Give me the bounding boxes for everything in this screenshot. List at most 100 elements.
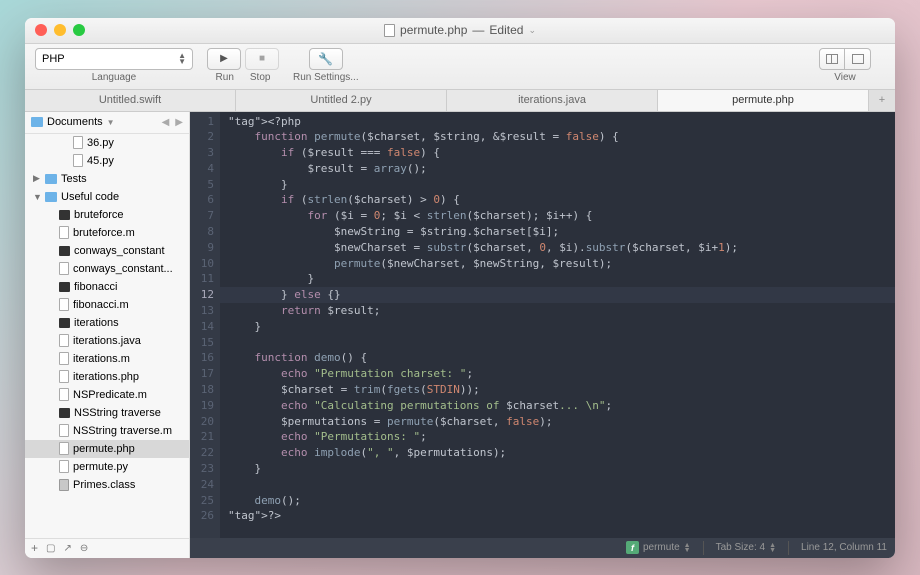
code-line[interactable]: "tag">?> xyxy=(228,509,281,522)
line-number[interactable]: 21 xyxy=(190,429,214,445)
code-line[interactable]: if (strlen($charset) > 0) { xyxy=(228,193,460,206)
line-number[interactable]: 23 xyxy=(190,461,214,477)
add-icon[interactable]: + xyxy=(31,541,38,555)
tree-item[interactable]: Primes.class xyxy=(25,476,189,494)
tab[interactable]: permute.php xyxy=(658,90,869,111)
tree-item[interactable]: conways_constant... xyxy=(25,260,189,278)
line-number[interactable]: 18 xyxy=(190,382,214,398)
tree-item[interactable]: conways_constant xyxy=(25,242,189,260)
tree-item[interactable]: 36.py xyxy=(25,134,189,152)
line-number[interactable]: 5 xyxy=(190,177,214,193)
line-number[interactable]: 8 xyxy=(190,224,214,240)
new-folder-icon[interactable]: ▢ xyxy=(46,543,55,554)
language-select[interactable]: PHP ▲▼ xyxy=(35,48,193,70)
close-icon[interactable] xyxy=(35,24,47,36)
code-line[interactable]: } xyxy=(228,320,261,333)
run-button[interactable]: ▶ xyxy=(207,48,241,70)
code-line[interactable]: echo "Permutations: "; xyxy=(228,430,427,443)
line-number[interactable]: 16 xyxy=(190,350,214,366)
tree-item[interactable]: iterations.m xyxy=(25,350,189,368)
line-number[interactable]: 12 xyxy=(190,287,214,303)
line-number[interactable]: 24 xyxy=(190,477,214,493)
tree-item[interactable]: NSPredicate.m xyxy=(25,386,189,404)
line-number[interactable]: 6 xyxy=(190,192,214,208)
disclosure-icon[interactable]: ▼ xyxy=(33,192,41,202)
tree-item[interactable]: bruteforce.m xyxy=(25,224,189,242)
tree-item[interactable]: fibonacci.m xyxy=(25,296,189,314)
code-line[interactable]: function demo() { xyxy=(228,351,367,364)
line-number[interactable]: 17 xyxy=(190,366,214,382)
line-number[interactable]: 9 xyxy=(190,240,214,256)
tree-item[interactable]: NSString traverse xyxy=(25,404,189,422)
line-number[interactable]: 2 xyxy=(190,129,214,145)
tab-size-indicator[interactable]: Tab Size: 4 ▲▼ xyxy=(716,542,776,553)
line-number[interactable]: 15 xyxy=(190,335,214,351)
chevron-down-icon[interactable]: ⌄ xyxy=(528,25,536,36)
add-tab-button[interactable]: + xyxy=(869,90,895,111)
line-number[interactable]: 7 xyxy=(190,208,214,224)
stop-button[interactable]: ■ xyxy=(245,48,279,70)
nav-forward-icon[interactable]: ▶ xyxy=(175,117,183,128)
chevron-down-icon[interactable]: ▼ xyxy=(107,118,115,127)
code-line[interactable]: echo "Calculating permutations of $chars… xyxy=(228,399,612,412)
tree-item[interactable]: iterations.java xyxy=(25,332,189,350)
code-line[interactable]: $newString = $string.$charset[$i]; xyxy=(228,225,559,238)
tree-item[interactable]: permute.py xyxy=(25,458,189,476)
line-number[interactable]: 25 xyxy=(190,493,214,509)
tab[interactable]: Untitled 2.py xyxy=(236,90,447,111)
refresh-icon[interactable]: ⊖ xyxy=(80,543,88,554)
tree-item[interactable]: iterations.php xyxy=(25,368,189,386)
view-toggle[interactable] xyxy=(819,48,871,70)
code-line[interactable]: $newCharset = substr($charset, 0, $i).su… xyxy=(228,241,738,254)
tree-item[interactable]: fibonacci xyxy=(25,278,189,296)
tree-item[interactable]: 45.py xyxy=(25,152,189,170)
cursor-position[interactable]: Line 12, Column 11 xyxy=(801,542,887,553)
line-number[interactable]: 10 xyxy=(190,256,214,272)
nav-back-icon[interactable]: ◀ xyxy=(162,117,170,128)
code-line[interactable]: echo "Permutation charset: "; xyxy=(228,367,473,380)
tab[interactable]: Untitled.swift xyxy=(25,90,236,111)
tree-item[interactable]: bruteforce xyxy=(25,206,189,224)
line-number[interactable]: 13 xyxy=(190,303,214,319)
line-number[interactable]: 1 xyxy=(190,114,214,130)
tab[interactable]: iterations.java xyxy=(447,90,658,111)
tree-item[interactable]: ▶Tests xyxy=(25,170,189,188)
code-line[interactable]: } xyxy=(228,178,288,191)
tree-item[interactable]: NSString traverse.m xyxy=(25,422,189,440)
code-line[interactable]: } xyxy=(228,272,314,285)
code-line[interactable]: } else {} xyxy=(220,287,895,303)
editor[interactable]: 1234567891011121314151617181920212223242… xyxy=(190,112,895,538)
line-number[interactable]: 20 xyxy=(190,414,214,430)
code-line[interactable]: permute($newCharset, $newString, $result… xyxy=(228,257,612,270)
tree-item[interactable]: iterations xyxy=(25,314,189,332)
zoom-icon[interactable] xyxy=(73,24,85,36)
code-line[interactable]: $result = array(); xyxy=(228,162,427,175)
code-line[interactable]: echo implode(", ", $permutations); xyxy=(228,446,506,459)
line-number[interactable]: 26 xyxy=(190,508,214,524)
line-number[interactable]: 14 xyxy=(190,319,214,335)
tree-item[interactable]: ▼Useful code xyxy=(25,188,189,206)
run-settings-button[interactable]: 🔧 xyxy=(309,48,343,70)
line-number[interactable]: 4 xyxy=(190,161,214,177)
code-line[interactable]: $charset = trim(fgets(STDIN)); xyxy=(228,383,480,396)
view-single-button[interactable] xyxy=(845,48,871,70)
code-line[interactable]: } xyxy=(228,462,261,475)
code-line[interactable]: $permutations = permute($charset, false)… xyxy=(228,415,553,428)
show-in-finder-icon[interactable]: ↗ xyxy=(63,543,71,554)
tree-item[interactable]: permute.php xyxy=(25,440,189,458)
code-line[interactable]: for ($i = 0; $i < strlen($charset); $i++… xyxy=(228,209,592,222)
symbol-indicator[interactable]: f permute ▲▼ xyxy=(626,541,691,554)
code-area[interactable]: "tag"><?php function permute($charset, $… xyxy=(220,112,895,538)
line-number[interactable]: 22 xyxy=(190,445,214,461)
view-split-button[interactable] xyxy=(819,48,845,70)
code-line[interactable]: "tag"><?php xyxy=(228,115,301,128)
line-number[interactable]: 11 xyxy=(190,271,214,287)
line-number[interactable]: 19 xyxy=(190,398,214,414)
disclosure-icon[interactable]: ▶ xyxy=(33,173,41,184)
code-line[interactable]: function permute($charset, $string, &$re… xyxy=(228,130,619,143)
line-number[interactable]: 3 xyxy=(190,145,214,161)
code-line[interactable]: if ($result === false) { xyxy=(228,146,440,159)
code-line[interactable]: return $result; xyxy=(228,304,380,317)
minimize-icon[interactable] xyxy=(54,24,66,36)
sidebar-header[interactable]: Documents ▼ ◀ ▶ xyxy=(25,112,189,134)
